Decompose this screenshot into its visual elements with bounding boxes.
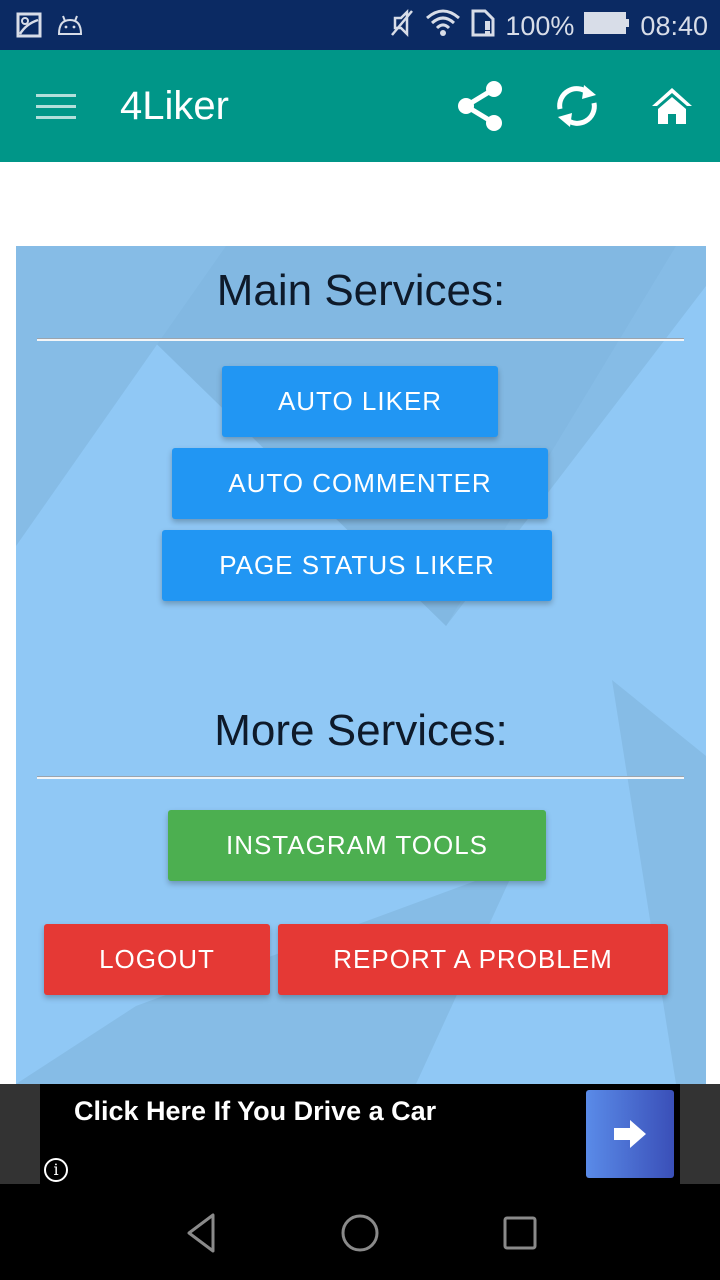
ad-open-button[interactable] — [586, 1090, 674, 1178]
battery-percent: 100% — [505, 11, 575, 41]
auto-liker-button[interactable]: AUTO LIKER — [222, 366, 498, 437]
ad-info-icon[interactable]: i — [44, 1158, 68, 1182]
services-card: Main Services: AUTO LIKER AUTO COMMENTER… — [16, 246, 706, 1084]
instagram-tools-button[interactable]: INSTAGRAM TOOLS — [168, 810, 546, 881]
home-button[interactable] — [644, 78, 700, 134]
app-bar: 4Liker — [0, 50, 720, 162]
home-icon — [652, 88, 692, 124]
clock: 08:40 — [640, 11, 708, 41]
page-status-liker-button[interactable]: PAGE STATUS LIKER — [162, 530, 552, 601]
status-bar: 100% 08:40 — [0, 0, 720, 50]
ad-headline[interactable]: Click Here If You Drive a Car — [74, 1096, 436, 1127]
android-debug-icon — [56, 14, 84, 41]
arrow-right-icon — [614, 1120, 646, 1148]
app-title: 4Liker — [120, 84, 229, 128]
auto-commenter-button[interactable]: AUTO COMMENTER — [172, 448, 548, 519]
battery-icon — [584, 11, 630, 42]
share-button[interactable] — [452, 78, 508, 134]
menu-icon[interactable] — [36, 94, 76, 120]
home-circle-icon — [341, 1214, 379, 1252]
refresh-button[interactable] — [549, 78, 605, 134]
report-problem-button[interactable]: REPORT A PROBLEM — [278, 924, 668, 995]
nav-home-button[interactable] — [335, 1208, 385, 1258]
refresh-icon — [557, 85, 597, 127]
nav-back-button[interactable] — [176, 1208, 226, 1258]
ad-banner[interactable]: Click Here If You Drive a Car i — [0, 1084, 720, 1184]
logout-button[interactable]: LOGOUT — [44, 924, 270, 995]
gallery-notification-icon — [16, 12, 42, 43]
main-services-title: Main Services: — [216, 266, 506, 315]
recents-icon — [503, 1216, 537, 1250]
main-services-divider — [37, 338, 684, 341]
more-services-divider — [37, 776, 684, 779]
system-nav-bar — [0, 1184, 720, 1280]
ad-content[interactable]: Click Here If You Drive a Car i — [40, 1084, 680, 1184]
wifi-icon — [425, 8, 461, 45]
more-services-title: More Services: — [214, 706, 508, 755]
mute-icon — [389, 8, 415, 45]
nav-recents-button[interactable] — [495, 1208, 545, 1258]
back-icon — [187, 1213, 215, 1253]
sim-card-icon — [471, 9, 495, 44]
share-icon — [458, 81, 502, 131]
